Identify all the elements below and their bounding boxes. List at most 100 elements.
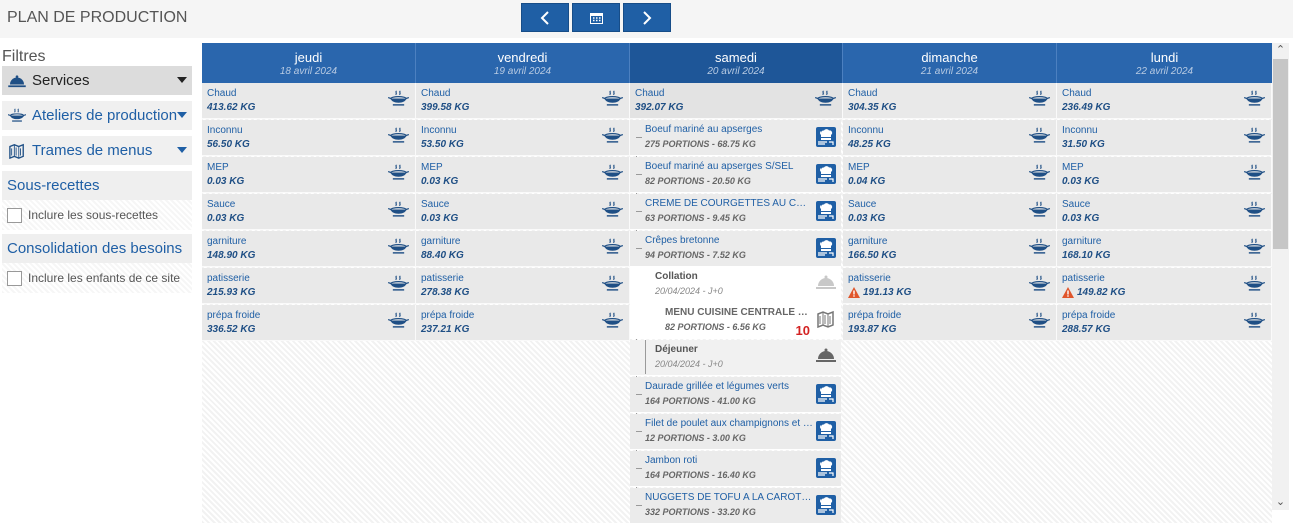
recipe-name: Jambon roti bbox=[645, 455, 698, 466]
chef-recipe-icon[interactable] bbox=[816, 127, 836, 147]
recipe-item[interactable]: Boeuf mariné au apserges S/SEL 82 PORTION… bbox=[630, 157, 841, 193]
pot-icon[interactable] bbox=[388, 201, 409, 218]
workshop-cell[interactable]: MEP 0.03 KG bbox=[1057, 157, 1272, 193]
workshop-cell[interactable]: MEP 0.04 KG bbox=[843, 157, 1057, 193]
workshop-cell[interactable]: Sauce 0.03 KG bbox=[416, 194, 630, 230]
workshop-cell[interactable]: patisserie 149.82 KG bbox=[1057, 268, 1272, 304]
pot-icon[interactable] bbox=[602, 238, 623, 255]
recipe-item[interactable]: CREME DE COURGETTES AU CHEVRE 63 PORTIONS… bbox=[630, 194, 841, 230]
workshop-cell[interactable]: Chaud 236.49 KG bbox=[1057, 83, 1272, 119]
pot-icon[interactable] bbox=[815, 90, 836, 107]
workshop-cell[interactable]: patisserie 215.93 KG bbox=[202, 268, 416, 304]
workshop-cell[interactable]: Chaud 304.35 KG bbox=[843, 83, 1057, 119]
pot-icon[interactable] bbox=[388, 164, 409, 181]
pot-icon[interactable] bbox=[1029, 275, 1050, 292]
workshop-cell[interactable]: Chaud 399.58 KG bbox=[416, 83, 630, 119]
workshop-cell[interactable]: garniture 148.90 KG bbox=[202, 231, 416, 267]
recipe-item[interactable]: Filet de poulet aux champignons et crème… bbox=[630, 414, 841, 450]
chef-recipe-icon[interactable] bbox=[816, 421, 836, 441]
workshop-cell[interactable]: prépa froide 288.57 KG bbox=[1057, 305, 1272, 341]
pot-icon[interactable] bbox=[1029, 312, 1050, 329]
include-subrecipes-checkbox[interactable]: Inclure les sous-recettes bbox=[2, 200, 192, 230]
pot-icon[interactable] bbox=[1244, 238, 1265, 255]
scroll-down-arrow-icon[interactable]: ⌄ bbox=[1272, 495, 1289, 510]
workshop-weight: 278.38 KG bbox=[421, 287, 470, 298]
filter-services[interactable]: Services bbox=[2, 66, 192, 95]
recipe-item[interactable]: Crêpes bretonne 94 PORTIONS - 7.52 KG bbox=[630, 231, 841, 267]
filter-trames[interactable]: Trames de menus bbox=[2, 136, 192, 165]
workshop-cell[interactable]: garniture 88.40 KG bbox=[416, 231, 630, 267]
pot-icon[interactable] bbox=[388, 312, 409, 329]
service-dejeuner[interactable]: Déjeuner 20/04/2024 - J+0 bbox=[630, 340, 841, 376]
chef-recipe-icon[interactable] bbox=[816, 384, 836, 404]
pot-icon[interactable] bbox=[602, 164, 623, 181]
workshop-cell[interactable]: prépa froide 336.52 KG bbox=[202, 305, 416, 341]
pot-icon[interactable] bbox=[1244, 201, 1265, 218]
recipe-item[interactable]: Jambon roti 164 PORTIONS - 16.40 KG bbox=[630, 451, 841, 487]
chef-recipe-icon[interactable] bbox=[816, 495, 836, 515]
service-collation[interactable]: Collation 20/04/2024 - J+0 bbox=[630, 267, 841, 303]
chef-recipe-icon[interactable] bbox=[816, 201, 836, 221]
workshop-cell[interactable]: patisserie 191.13 KG bbox=[843, 268, 1057, 304]
scrollbar-thumb[interactable] bbox=[1273, 59, 1288, 249]
scroll-up-arrow-icon[interactable]: ⌃ bbox=[1272, 43, 1289, 58]
workshop-cell[interactable]: Sauce 0.03 KG bbox=[202, 194, 416, 230]
pot-icon[interactable] bbox=[1244, 127, 1265, 144]
bell-icon[interactable] bbox=[816, 274, 836, 290]
workshop-name: Sauce bbox=[848, 199, 877, 210]
workshop-cell[interactable]: prépa froide 193.87 KG bbox=[843, 305, 1057, 341]
chef-recipe-icon[interactable] bbox=[816, 238, 836, 258]
menu-grid-icon[interactable] bbox=[816, 310, 836, 328]
workshop-cell[interactable]: Inconnu 48.25 KG bbox=[843, 120, 1057, 156]
next-week-button[interactable] bbox=[623, 3, 671, 32]
pot-icon[interactable] bbox=[1244, 312, 1265, 329]
recipe-item[interactable]: NUGGETS DE TOFU A LA CAROTTE 332 PORTIONS… bbox=[630, 488, 841, 523]
pot-icon bbox=[8, 108, 28, 123]
workshop-cell[interactable]: garniture 168.10 KG bbox=[1057, 231, 1272, 267]
workshop-cell[interactable]: Inconnu 31.50 KG bbox=[1057, 120, 1272, 156]
workshop-cell[interactable]: Inconnu 53.50 KG bbox=[416, 120, 630, 156]
calendar-button[interactable] bbox=[572, 3, 620, 32]
pot-icon[interactable] bbox=[388, 90, 409, 107]
pot-icon[interactable] bbox=[1029, 90, 1050, 107]
recipe-item[interactable]: Boeuf mariné au apserges 275 PORTIONS - 6… bbox=[630, 120, 841, 156]
workshop-cell[interactable]: MEP 0.03 KG bbox=[202, 157, 416, 193]
bell-icon[interactable] bbox=[816, 347, 836, 363]
pot-icon[interactable] bbox=[1244, 275, 1265, 292]
pot-icon[interactable] bbox=[1029, 201, 1050, 218]
vertical-scrollbar[interactable]: ⌃ ⌄ bbox=[1272, 43, 1289, 510]
pot-icon[interactable] bbox=[388, 127, 409, 144]
chef-recipe-icon[interactable] bbox=[816, 164, 836, 184]
checkbox-box[interactable] bbox=[7, 207, 22, 223]
chef-recipe-icon[interactable] bbox=[816, 458, 836, 478]
pot-icon[interactable] bbox=[602, 312, 623, 329]
include-children-checkbox[interactable]: Inclure les enfants de ce site bbox=[2, 263, 192, 293]
workshop-cell[interactable]: Inconnu 56.50 KG bbox=[202, 120, 416, 156]
pot-icon[interactable] bbox=[1029, 164, 1050, 181]
pot-icon[interactable] bbox=[388, 238, 409, 255]
recipe-item[interactable]: Daurade grillée et légumes verts 164 PORT… bbox=[630, 377, 841, 413]
pot-icon[interactable] bbox=[602, 90, 623, 107]
workshop-cell[interactable]: Sauce 0.03 KG bbox=[843, 194, 1057, 230]
top-bar: PLAN DE PRODUCTION bbox=[0, 0, 1293, 38]
workshop-cell-expanded[interactable]: Chaud 392.07 KG bbox=[630, 83, 843, 119]
pot-icon[interactable] bbox=[602, 275, 623, 292]
pot-icon[interactable] bbox=[388, 275, 409, 292]
pot-icon[interactable] bbox=[1244, 90, 1265, 107]
pot-icon[interactable] bbox=[1029, 127, 1050, 144]
previous-week-button[interactable] bbox=[521, 3, 569, 32]
filter-ateliers[interactable]: Ateliers de production bbox=[2, 101, 192, 130]
pot-icon[interactable] bbox=[602, 201, 623, 218]
workshop-cell[interactable]: prépa froide 237.21 KG bbox=[416, 305, 630, 341]
workshop-cell[interactable]: Sauce 0.03 KG bbox=[1057, 194, 1272, 230]
workshop-cell[interactable]: Chaud 413.62 KG bbox=[202, 83, 416, 119]
service-name: Déjeuner bbox=[655, 344, 698, 355]
workshop-cell[interactable]: MEP 0.03 KG bbox=[416, 157, 630, 193]
workshop-cell[interactable]: patisserie 278.38 KG bbox=[416, 268, 630, 304]
pot-icon[interactable] bbox=[602, 127, 623, 144]
workshop-cell[interactable]: garniture 166.50 KG bbox=[843, 231, 1057, 267]
pot-icon[interactable] bbox=[1029, 238, 1050, 255]
menu-item[interactable]: MENU CUISINE CENTRALE MIDI 82 PORTIONS -… bbox=[630, 303, 841, 339]
checkbox-box[interactable] bbox=[7, 270, 22, 286]
pot-icon[interactable] bbox=[1244, 164, 1265, 181]
